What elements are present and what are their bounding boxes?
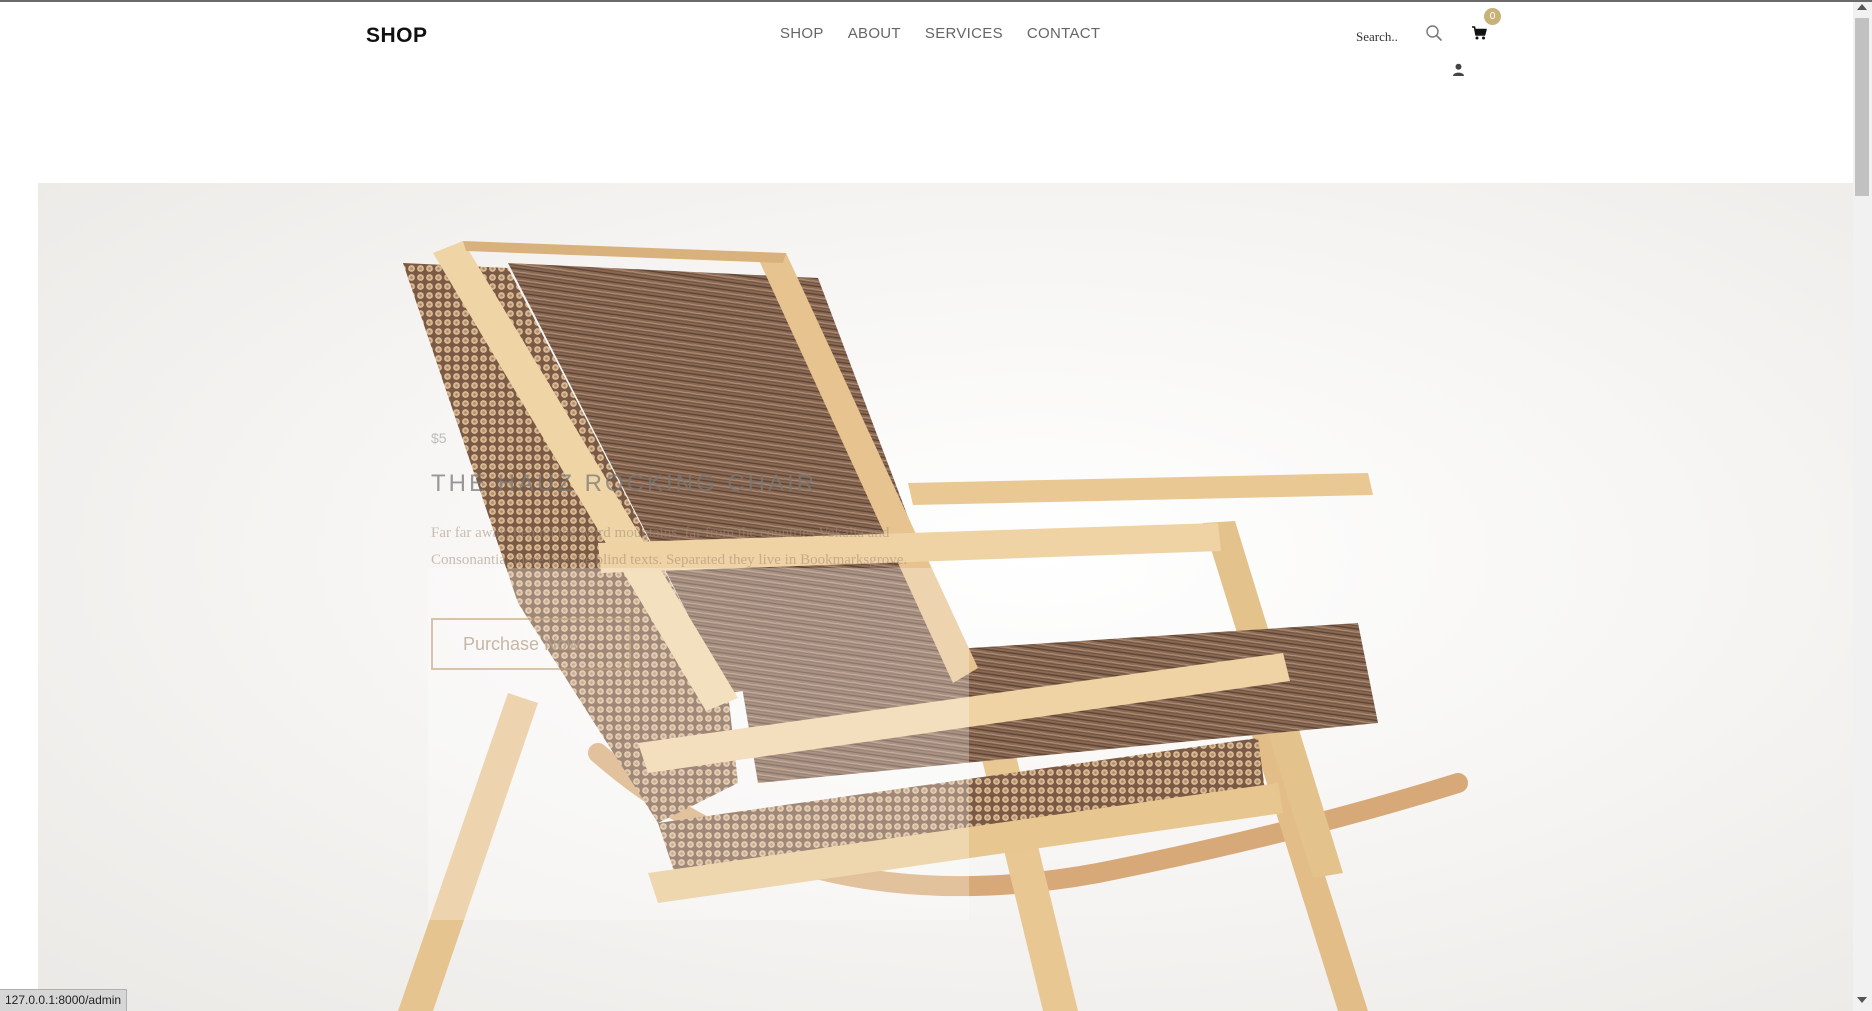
main-nav: SHOP ABOUT SERVICES CONTACT: [780, 25, 1124, 42]
product-description: Far far away, behind the word mountains,…: [431, 525, 908, 568]
product-price: $5: [431, 430, 447, 446]
site-logo[interactable]: SHOP: [366, 24, 428, 48]
nav-services[interactable]: SERVICES: [925, 25, 1003, 42]
search-icon[interactable]: [1425, 24, 1443, 42]
scrollbar-thumb[interactable]: [1855, 18, 1869, 196]
cart-icon[interactable]: [1471, 25, 1487, 41]
nav-contact[interactable]: CONTACT: [1027, 25, 1100, 42]
hero-banner: [38, 183, 1853, 1011]
product-title: THE HAUZ ROCKING CHAIR: [431, 470, 818, 497]
purchase-now-button[interactable]: Purchase Now: [431, 618, 631, 670]
status-bar-url: 127.0.0.1:8000/admin: [0, 989, 128, 1011]
scroll-down-arrow-icon[interactable]: [1857, 997, 1867, 1003]
scroll-up-arrow-icon[interactable]: [1857, 4, 1867, 10]
nav-about[interactable]: ABOUT: [848, 25, 901, 42]
page: SHOP SHOP ABOUT SERVICES CONTACT 0: [0, 0, 1872, 1011]
window-top-border: [0, 0, 1872, 2]
cart-count-badge: 0: [1484, 8, 1501, 25]
user-icon[interactable]: [1452, 63, 1465, 76]
nav-shop[interactable]: SHOP: [780, 25, 824, 42]
